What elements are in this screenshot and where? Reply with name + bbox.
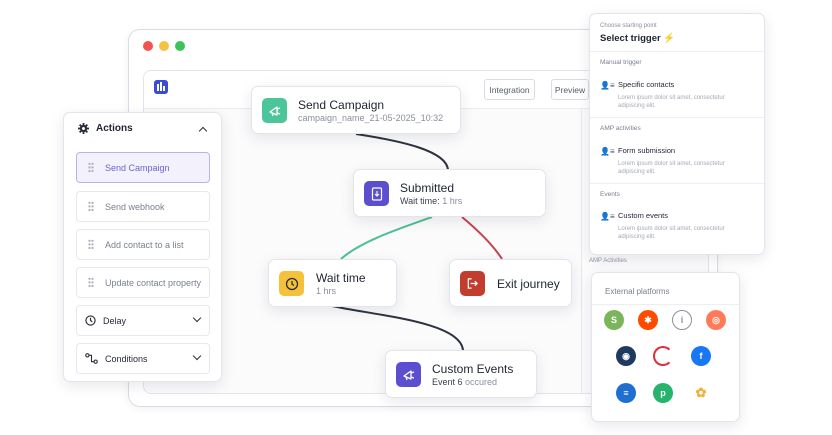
external-platforms-panel: External platforms S ✱ i ◎ ◉ f ≡ p ✿ (591, 272, 740, 422)
exit-icon (460, 271, 485, 296)
drag-handle-icon[interactable] (88, 201, 94, 212)
drag-handle-icon[interactable] (88, 239, 94, 250)
action-label: Send Campaign (105, 162, 170, 173)
gear-icon (78, 123, 89, 134)
actions-title: Actions (96, 123, 133, 134)
section-label: Events (600, 191, 620, 198)
node-subtitle: campaign_name_21-05-2025_10:32 (298, 113, 444, 123)
node-wait-time[interactable]: Wait time 1 hrs (268, 259, 397, 307)
trigger-caption: Choose starting point (600, 23, 657, 29)
drag-handle-icon[interactable] (88, 162, 94, 173)
action-label: Add contact to a list (105, 239, 184, 250)
intercom-icon[interactable]: i (672, 310, 692, 330)
actions-header[interactable]: Actions (78, 123, 133, 134)
node-title: Send Campaign (298, 98, 385, 112)
node-title: Custom Events (432, 362, 514, 376)
trigger-option-title[interactable]: Custom events (618, 211, 668, 220)
node-title: Submitted (400, 181, 455, 195)
divider (592, 304, 739, 305)
branch-icon (85, 353, 98, 364)
node-subtitle-label: Wait time: (400, 196, 440, 206)
trigger-panel: Choose starting point Select trigger ⚡ M… (589, 13, 765, 255)
actions-panel: Actions Send Campaign Send webhook Add c… (63, 112, 222, 382)
edge-submitted-to-wait (340, 216, 433, 260)
zapier-icon[interactable]: ✱ (638, 310, 658, 330)
trigger-option-title[interactable]: Specific contacts (618, 80, 674, 89)
action-send-campaign[interactable]: Send Campaign (76, 152, 210, 183)
chevron-down-icon (192, 313, 202, 323)
contact-icon: 👤≡ (600, 147, 615, 156)
divider (590, 183, 764, 184)
action-label: Send webhook (105, 201, 165, 212)
lightning-icon: ⚡ (663, 33, 676, 44)
trigger-option-description: Lorem ipsum dolor sit amet, consectetur … (618, 161, 725, 175)
node-custom-events[interactable]: Custom Events Event 6 occured (385, 350, 537, 398)
crescent-icon[interactable] (653, 346, 673, 366)
edge-wait-to-events (331, 305, 464, 351)
megaphone-icon (262, 98, 287, 123)
list-icon[interactable]: ≡ (616, 383, 636, 403)
group-conditions[interactable]: Conditions (76, 343, 210, 374)
form-icon (364, 181, 389, 206)
group-label: Conditions (105, 353, 148, 364)
node-title: Wait time (316, 271, 366, 285)
trigger-option-title[interactable]: Form submission (618, 146, 675, 155)
clock-icon (85, 315, 96, 326)
node-subtitle-value: occured (465, 377, 498, 387)
action-add-contact-to-list[interactable]: Add contact to a list (76, 229, 210, 260)
pipedrive-icon[interactable]: p (653, 383, 673, 403)
node-subtitle-label: Event 6 (432, 377, 463, 387)
amp-activities-label: AMP Activities (589, 258, 627, 264)
edge-campaign-to-submitted (355, 133, 450, 173)
group-label: Delay (103, 315, 127, 326)
divider (590, 117, 764, 118)
node-submitted[interactable]: Submitted Wait time: 1 hrs (353, 169, 546, 217)
bloom-icon[interactable]: ✿ (691, 383, 711, 403)
trigger-option-description: Lorem ipsum dolor sit amet, consectetur … (618, 95, 725, 109)
group-delay[interactable]: Delay (76, 305, 210, 336)
node-subtitle: 1 hrs (316, 286, 337, 296)
node-send-campaign[interactable]: Send Campaign campaign_name_21-05-2025_1… (251, 86, 461, 134)
chevron-down-icon (192, 351, 202, 361)
edge-submitted-to-exit (461, 216, 503, 260)
contact-icon: 👤≡ (600, 212, 615, 221)
platforms-title: External platforms (605, 287, 670, 296)
node-subtitle-value: 1 hrs (442, 196, 463, 206)
trigger-option-description: Lorem ipsum dolor sit amet, consectetur … (618, 226, 725, 240)
action-update-contact-property[interactable]: Update contact property (76, 267, 210, 298)
section-label: AMP activities (600, 125, 641, 132)
divider (590, 51, 764, 52)
contact-icon: 👤≡ (600, 81, 615, 90)
facebook-icon[interactable]: f (691, 346, 711, 366)
node-title: Exit journey (497, 277, 560, 291)
section-label: Manual trigger (600, 59, 642, 66)
trigger-title: Select trigger ⚡ (600, 33, 676, 44)
megaphone-icon (396, 362, 421, 387)
shopify-icon[interactable]: S (604, 310, 624, 330)
contact-icon[interactable]: ◉ (616, 346, 636, 366)
action-label: Update contact property (105, 277, 202, 288)
timer-icon (279, 271, 304, 296)
drag-handle-icon[interactable] (88, 277, 94, 288)
hubspot-icon[interactable]: ◎ (706, 310, 726, 330)
node-exit-journey[interactable]: Exit journey (449, 259, 572, 307)
action-send-webhook[interactable]: Send webhook (76, 191, 210, 222)
collapse-chevron-icon[interactable] (198, 126, 208, 136)
